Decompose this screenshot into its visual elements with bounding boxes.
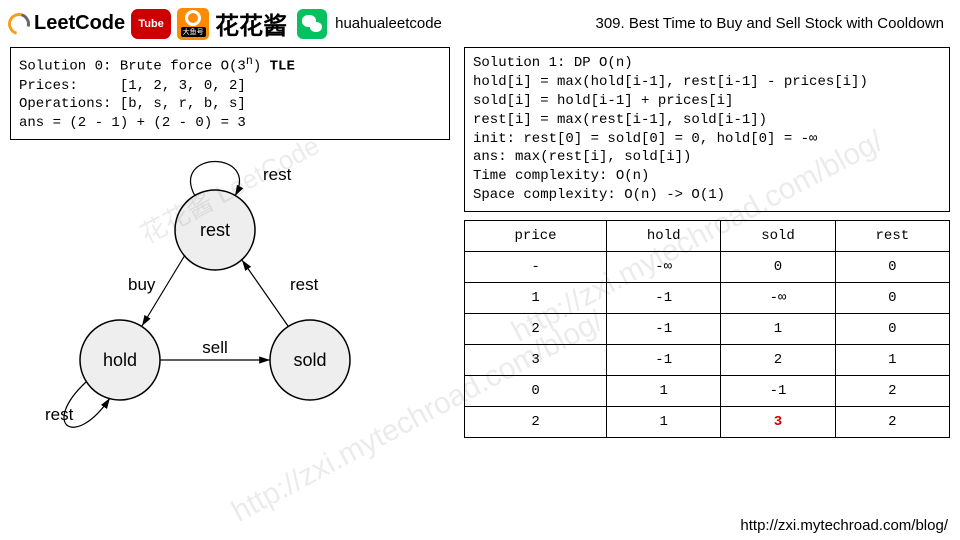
dayu-icon: 大鱼号 bbox=[177, 8, 209, 40]
table-cell: 1 bbox=[465, 283, 607, 314]
table-header: rest bbox=[835, 221, 949, 252]
node-rest: rest bbox=[200, 220, 230, 240]
table-cell: 1 bbox=[835, 345, 949, 376]
table-cell: 0 bbox=[465, 376, 607, 407]
youtube-icon: Tube bbox=[131, 9, 171, 39]
node-hold: hold bbox=[103, 350, 137, 370]
author-handle: huahualeetcode bbox=[335, 15, 442, 32]
problem-title: 309. Best Time to Buy and Sell Stock wit… bbox=[595, 15, 952, 32]
table-cell: 3 bbox=[721, 407, 835, 438]
table-cell: 0 bbox=[835, 314, 949, 345]
table-cell: -1 bbox=[607, 345, 721, 376]
table-header: sold bbox=[721, 221, 835, 252]
table-cell: 1 bbox=[721, 314, 835, 345]
table-row: 01-12 bbox=[465, 376, 950, 407]
solution0-box: Solution 0: Brute force O(3n) TLE Prices… bbox=[10, 47, 450, 140]
wechat-icon bbox=[297, 9, 327, 39]
table-cell: 0 bbox=[835, 252, 949, 283]
table-cell: 3 bbox=[465, 345, 607, 376]
table-row: 2-110 bbox=[465, 314, 950, 345]
author-cn-name: 花花酱 bbox=[215, 6, 287, 41]
tle-label: TLE bbox=[270, 59, 295, 75]
table-cell: -∞ bbox=[721, 283, 835, 314]
leetcode-icon bbox=[4, 8, 34, 38]
table-cell: 1 bbox=[607, 376, 721, 407]
edge-rest-self: rest bbox=[263, 165, 292, 184]
edge-buy: buy bbox=[128, 275, 156, 294]
table-cell: -1 bbox=[721, 376, 835, 407]
leetcode-text: LeetCode bbox=[34, 12, 125, 35]
table-cell: 0 bbox=[721, 252, 835, 283]
table-header: hold bbox=[607, 221, 721, 252]
leetcode-logo: LeetCode bbox=[8, 12, 125, 35]
table-row: --∞00 bbox=[465, 252, 950, 283]
table-cell: 2 bbox=[465, 407, 607, 438]
table-cell: 1 bbox=[607, 407, 721, 438]
edge-hold-self: rest bbox=[45, 405, 74, 424]
table-row: 1-1-∞0 bbox=[465, 283, 950, 314]
dp-table: priceholdsoldrest--∞001-1-∞02-1103-12101… bbox=[464, 220, 950, 438]
table-cell: - bbox=[465, 252, 607, 283]
footer-url: http://zxi.mytechroad.com/blog/ bbox=[740, 517, 948, 534]
table-cell: -1 bbox=[607, 314, 721, 345]
state-diagram: rest hold sold rest buy sell rest rest bbox=[10, 150, 430, 450]
edge-sold-rest: rest bbox=[290, 275, 319, 294]
table-cell: 2 bbox=[835, 376, 949, 407]
table-cell: 2 bbox=[835, 407, 949, 438]
table-cell: 2 bbox=[721, 345, 835, 376]
table-header: price bbox=[465, 221, 607, 252]
node-sold: sold bbox=[293, 350, 326, 370]
table-row: 3-121 bbox=[465, 345, 950, 376]
table-cell: -∞ bbox=[607, 252, 721, 283]
table-cell: -1 bbox=[607, 283, 721, 314]
table-cell: 0 bbox=[835, 283, 949, 314]
edge-sell: sell bbox=[202, 338, 228, 357]
table-row: 2132 bbox=[465, 407, 950, 438]
table-cell: 2 bbox=[465, 314, 607, 345]
header: LeetCode Tube 大鱼号 花花酱 huahualeetcode 309… bbox=[0, 0, 960, 43]
solution1-box: Solution 1: DP O(n) hold[i] = max(hold[i… bbox=[464, 47, 950, 212]
